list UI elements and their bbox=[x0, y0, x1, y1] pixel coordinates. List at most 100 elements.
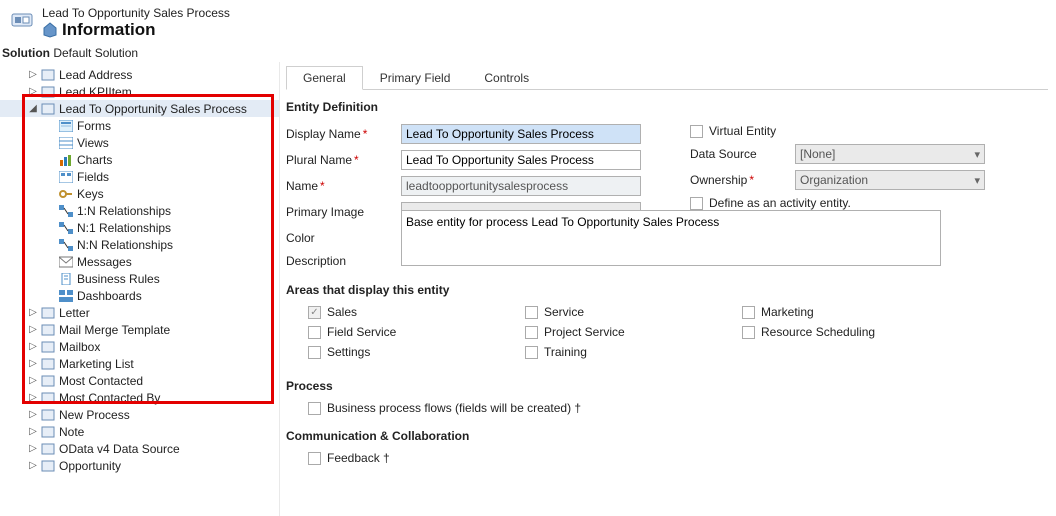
tree-label: Opportunity bbox=[59, 459, 121, 473]
entity-icon bbox=[40, 68, 56, 82]
relationship-icon bbox=[58, 204, 74, 218]
tree-expander-icon[interactable]: ◢ bbox=[26, 103, 40, 114]
tree-node[interactable]: ▷ Lead Address bbox=[0, 66, 279, 83]
relationship-icon bbox=[58, 238, 74, 252]
tree-node[interactable]: 1:N Relationships bbox=[0, 202, 279, 219]
plural-name-label: Plural Name bbox=[286, 153, 401, 167]
tree-label: Lead Address bbox=[59, 68, 132, 82]
area-checkbox[interactable] bbox=[742, 326, 755, 339]
tree-node[interactable]: ▷New Process bbox=[0, 406, 279, 423]
tree-node[interactable]: ▷Most Contacted bbox=[0, 372, 279, 389]
comm-checkbox[interactable] bbox=[308, 452, 321, 465]
tree-expander-icon[interactable]: ▷ bbox=[26, 341, 40, 352]
dashboard-icon bbox=[58, 289, 74, 303]
tree-node[interactable]: Forms bbox=[0, 117, 279, 134]
ownership-select[interactable]: Organization▾ bbox=[795, 170, 985, 190]
display-name-input[interactable] bbox=[401, 124, 641, 144]
area-item: Marketing bbox=[742, 305, 937, 319]
description-textarea[interactable] bbox=[401, 210, 941, 266]
tree-expander-icon[interactable]: ▷ bbox=[26, 307, 40, 318]
section-process: Process bbox=[286, 379, 1048, 393]
tree-expander-icon[interactable]: ▷ bbox=[26, 86, 40, 97]
entity-icon bbox=[40, 425, 56, 439]
entity-process-icon bbox=[8, 6, 36, 34]
tree-label: Mailbox bbox=[59, 340, 100, 354]
area-checkbox[interactable] bbox=[308, 346, 321, 359]
comm-label: Feedback † bbox=[327, 451, 390, 465]
tree-node[interactable]: Business Rules bbox=[0, 270, 279, 287]
entity-icon bbox=[40, 357, 56, 371]
virtual-entity-checkbox[interactable] bbox=[690, 125, 703, 138]
tree-node[interactable]: ◢Lead To Opportunity Sales Process bbox=[0, 100, 279, 117]
area-checkbox[interactable] bbox=[742, 306, 755, 319]
tree-label: 1:N Relationships bbox=[77, 204, 171, 218]
tree-node[interactable]: ▷Note bbox=[0, 423, 279, 440]
area-checkbox[interactable] bbox=[525, 346, 538, 359]
tree-expander-icon[interactable]: ▷ bbox=[26, 426, 40, 437]
entity-icon bbox=[40, 85, 56, 99]
area-label: Settings bbox=[327, 345, 370, 359]
view-icon bbox=[58, 136, 74, 150]
tree-node[interactable]: ▷ Marketing List bbox=[0, 355, 279, 372]
chevron-down-icon: ▾ bbox=[974, 174, 980, 187]
tree-node[interactable]: Views bbox=[0, 134, 279, 151]
tree-node[interactable]: Fields bbox=[0, 168, 279, 185]
area-label: Resource Scheduling bbox=[761, 325, 875, 339]
area-item: Training bbox=[525, 345, 720, 359]
rule-icon bbox=[58, 272, 74, 286]
data-source-select[interactable]: [None]▾ bbox=[795, 144, 985, 164]
key-icon bbox=[58, 187, 74, 201]
tree-label: Fields bbox=[77, 170, 109, 184]
tree-expander-icon[interactable]: ▷ bbox=[26, 409, 40, 420]
tree-expander-icon[interactable]: ▷ bbox=[26, 443, 40, 454]
relationship-icon bbox=[58, 221, 74, 235]
define-activity-checkbox[interactable] bbox=[690, 197, 703, 210]
tree-expander-icon[interactable]: ▷ bbox=[26, 69, 40, 80]
tree-expander-icon[interactable]: ▷ bbox=[26, 392, 40, 403]
tree-node[interactable]: Charts bbox=[0, 151, 279, 168]
tree-node[interactable]: ▷ Opportunity bbox=[0, 457, 279, 474]
description-label: Description bbox=[286, 254, 401, 268]
tree-node[interactable]: Dashboards bbox=[0, 287, 279, 304]
tree-expander-icon[interactable]: ▷ bbox=[26, 375, 40, 386]
area-label: Training bbox=[544, 345, 587, 359]
tab-controls[interactable]: Controls bbox=[467, 66, 546, 89]
tree-node[interactable]: ▷Lead KPIItem bbox=[0, 83, 279, 100]
tree-node[interactable]: Messages bbox=[0, 253, 279, 270]
section-areas: Areas that display this entity bbox=[286, 283, 1048, 297]
section-entity-definition: Entity Definition bbox=[286, 100, 1048, 114]
area-label: Marketing bbox=[761, 305, 814, 319]
entity-icon bbox=[40, 102, 56, 116]
tree-expander-icon[interactable]: ▷ bbox=[26, 324, 40, 335]
tree-node[interactable]: ▷Letter bbox=[0, 304, 279, 321]
tree-label: OData v4 Data Source bbox=[59, 442, 180, 456]
plural-name-input[interactable] bbox=[401, 150, 641, 170]
name-label: Name bbox=[286, 179, 401, 193]
tab-primary-field[interactable]: Primary Field bbox=[363, 66, 468, 89]
area-checkbox[interactable] bbox=[308, 326, 321, 339]
tree-label: Marketing List bbox=[59, 357, 134, 371]
area-checkbox[interactable] bbox=[525, 306, 538, 319]
entity-icon bbox=[40, 340, 56, 354]
area-label: Sales bbox=[327, 305, 357, 319]
entity-icon bbox=[40, 408, 56, 422]
area-checkbox[interactable] bbox=[308, 306, 321, 319]
bpf-label: Business process flows (fields will be c… bbox=[327, 401, 581, 415]
tab-general[interactable]: General bbox=[286, 66, 363, 90]
color-label: Color bbox=[286, 231, 401, 245]
tree-node[interactable]: N:1 Relationships bbox=[0, 219, 279, 236]
area-checkbox[interactable] bbox=[525, 326, 538, 339]
tree-label: Business Rules bbox=[77, 272, 160, 286]
tree-node[interactable]: Keys bbox=[0, 185, 279, 202]
tree-node[interactable]: N:N Relationships bbox=[0, 236, 279, 253]
bpf-checkbox[interactable] bbox=[308, 402, 321, 415]
tab-strip: GeneralPrimary FieldControls bbox=[286, 64, 1048, 90]
tree-node[interactable]: ▷ OData v4 Data Source bbox=[0, 440, 279, 457]
tree-expander-icon[interactable]: ▷ bbox=[26, 460, 40, 471]
page-title: Information bbox=[42, 20, 230, 40]
tree-node[interactable]: ▷ Mailbox bbox=[0, 338, 279, 355]
tree-expander-icon[interactable]: ▷ bbox=[26, 358, 40, 369]
tree-node[interactable]: ▷ Most Contacted By bbox=[0, 389, 279, 406]
tree-node[interactable]: ▷Mail Merge Template bbox=[0, 321, 279, 338]
tree-label: Most Contacted By bbox=[59, 391, 160, 405]
